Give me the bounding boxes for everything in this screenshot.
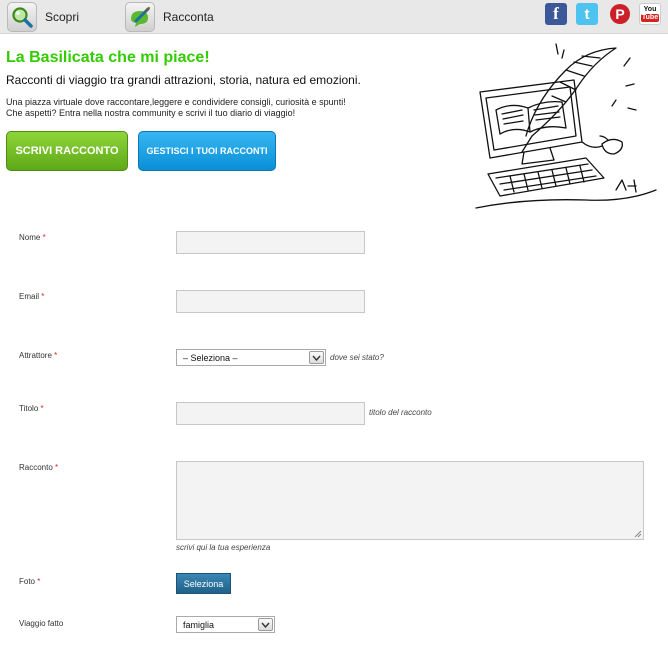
racconto-label: Racconto * xyxy=(19,463,58,472)
required-mark: * xyxy=(42,233,46,242)
racconto-textarea[interactable] xyxy=(176,461,644,540)
page-description: Una piazza virtuale dove raccontare,legg… xyxy=(6,97,386,119)
viaggio-label: Viaggio fatto xyxy=(19,619,64,628)
twitter-icon[interactable]: t xyxy=(576,3,598,25)
foto-select-button[interactable]: Seleziona xyxy=(176,573,231,594)
racconto-label-text: Racconto xyxy=(19,463,53,472)
attrattore-label-text: Attrattore xyxy=(19,351,52,360)
required-mark: * xyxy=(41,292,45,301)
page-subtitle: Racconti di viaggio tra grandi attrazion… xyxy=(6,73,361,87)
email-input[interactable] xyxy=(176,290,365,313)
required-mark: * xyxy=(40,404,44,413)
nome-label-text: Nome xyxy=(19,233,41,242)
nav-scopri-label: Scopri xyxy=(45,10,80,24)
required-mark: * xyxy=(37,577,41,586)
description-line-2: Che aspetti? Entra nella nostra communit… xyxy=(6,108,296,118)
description-line-1: Una piazza virtuale dove raccontare,legg… xyxy=(6,97,346,107)
nav-racconta[interactable]: Racconta xyxy=(125,0,214,34)
youtube-text-bottom: Tube xyxy=(640,14,660,22)
racconto-hint: scrivi qui la tua esperienza xyxy=(176,543,271,552)
chevron-down-icon xyxy=(309,351,324,364)
pinterest-glyph: P xyxy=(610,4,630,24)
attrattore-select-value: – Seleziona – xyxy=(183,352,238,363)
resize-grip-icon[interactable] xyxy=(634,530,642,538)
top-bar: Scopri Racconta f t P You Tube xyxy=(0,0,668,34)
nav-racconta-label: Racconta xyxy=(163,10,214,24)
required-mark: * xyxy=(55,463,59,472)
facebook-icon[interactable]: f xyxy=(545,3,567,25)
pinterest-icon[interactable]: P xyxy=(609,3,631,25)
write-story-button[interactable]: SCRIVI RACCONTO xyxy=(6,131,128,171)
email-label: Email * xyxy=(19,292,44,301)
attrattore-select[interactable]: – Seleziona – xyxy=(176,349,326,366)
twitter-glyph: t xyxy=(584,5,590,23)
pencil-bubble-icon xyxy=(125,2,155,32)
computer-quill-illustration xyxy=(475,43,657,209)
nome-label: Nome * xyxy=(19,233,46,242)
page-title: La Basilicata che mi piace! xyxy=(6,49,210,66)
foto-label-text: Foto xyxy=(19,577,36,586)
titolo-hint: titolo del racconto xyxy=(369,408,432,417)
titolo-label: Titolo * xyxy=(19,404,44,413)
viaggio-select-value: famiglia xyxy=(183,619,215,630)
foto-label: Foto * xyxy=(19,577,40,586)
facebook-glyph: f xyxy=(553,4,559,23)
titolo-label-text: Titolo xyxy=(19,404,39,413)
viaggio-select[interactable]: famiglia xyxy=(176,616,275,633)
chevron-down-icon xyxy=(258,618,273,631)
youtube-icon[interactable]: You Tube xyxy=(639,3,661,25)
manage-stories-button[interactable]: GESTISCI I TUOI RACCONTI xyxy=(138,131,276,171)
youtube-text-top: You xyxy=(643,6,657,13)
email-label-text: Email xyxy=(19,292,40,301)
attrattore-label: Attrattore * xyxy=(19,351,57,360)
nav-scopri[interactable]: Scopri xyxy=(7,0,79,34)
magnifier-icon xyxy=(7,2,37,32)
required-mark: * xyxy=(54,351,58,360)
nome-input[interactable] xyxy=(176,231,365,254)
attrattore-hint: dove sei stato? xyxy=(330,353,384,362)
titolo-input[interactable] xyxy=(176,402,365,425)
